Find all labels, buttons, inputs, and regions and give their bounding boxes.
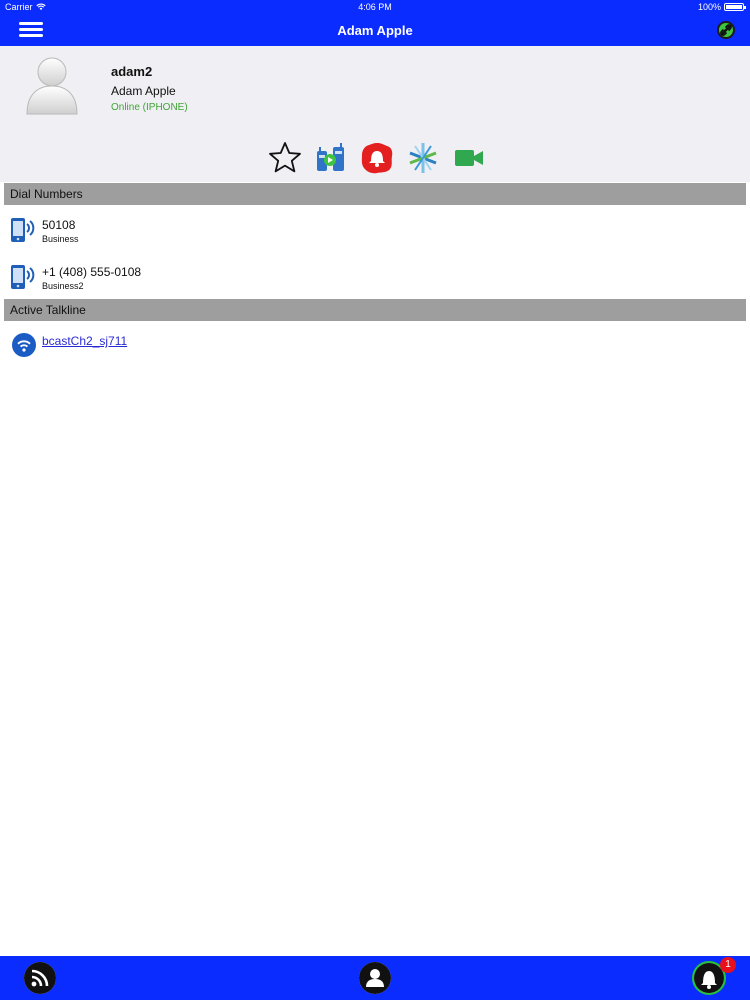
active-talkline-header: Active Talkline [4,299,746,321]
nav-bar: Adam Apple [0,14,750,46]
presence-status: Online (IPHONE) [111,102,188,113]
status-time: 4:06 PM [358,2,392,12]
username: adam2 [111,64,153,79]
feed-icon[interactable] [24,962,56,994]
link-icon[interactable] [716,20,736,40]
talkline-channel-link[interactable]: bcastCh2_sj711 [42,334,127,348]
notification-badge: 1 [720,957,736,973]
battery-percent: 100% [697,2,721,12]
walkie-talkie-icon[interactable] [312,140,350,176]
mobile-phone-icon [11,218,35,242]
dial-number: +1 (408) 555-0108 [42,265,142,279]
dial-numbers-header: Dial Numbers [4,183,746,205]
contacts-icon[interactable] [359,962,391,994]
contact-actions [266,140,488,176]
avatar-icon [26,57,78,115]
dial-number-type: Business2 [42,281,84,291]
profile-header: adam2 Adam Apple Online (IPHONE) [0,46,750,182]
mobile-phone-icon [11,265,35,289]
battery-icon [724,3,746,11]
dial-number: 50108 [42,218,76,232]
battery-fill [726,5,742,9]
alert-bell-icon[interactable] [358,140,396,176]
video-call-icon[interactable] [450,140,488,176]
status-right: 100% [697,2,746,12]
dial-number-row[interactable]: +1 (408) 555-0108 Business2 [0,253,750,299]
dial-number-row[interactable]: 50108 Business [0,206,750,252]
full-name: Adam Apple [111,84,176,98]
status-bar: Carrier 4:06 PM 100% [0,0,750,14]
talkline-row: bcastCh2_sj711 [0,330,750,362]
wifi-broadcast-icon [12,333,36,357]
page-title: Adam Apple [337,23,413,38]
jabber-icon[interactable] [404,140,442,176]
dial-number-type: Business [42,234,79,244]
favorite-star-icon[interactable] [266,140,304,176]
tab-bar [0,956,750,1000]
